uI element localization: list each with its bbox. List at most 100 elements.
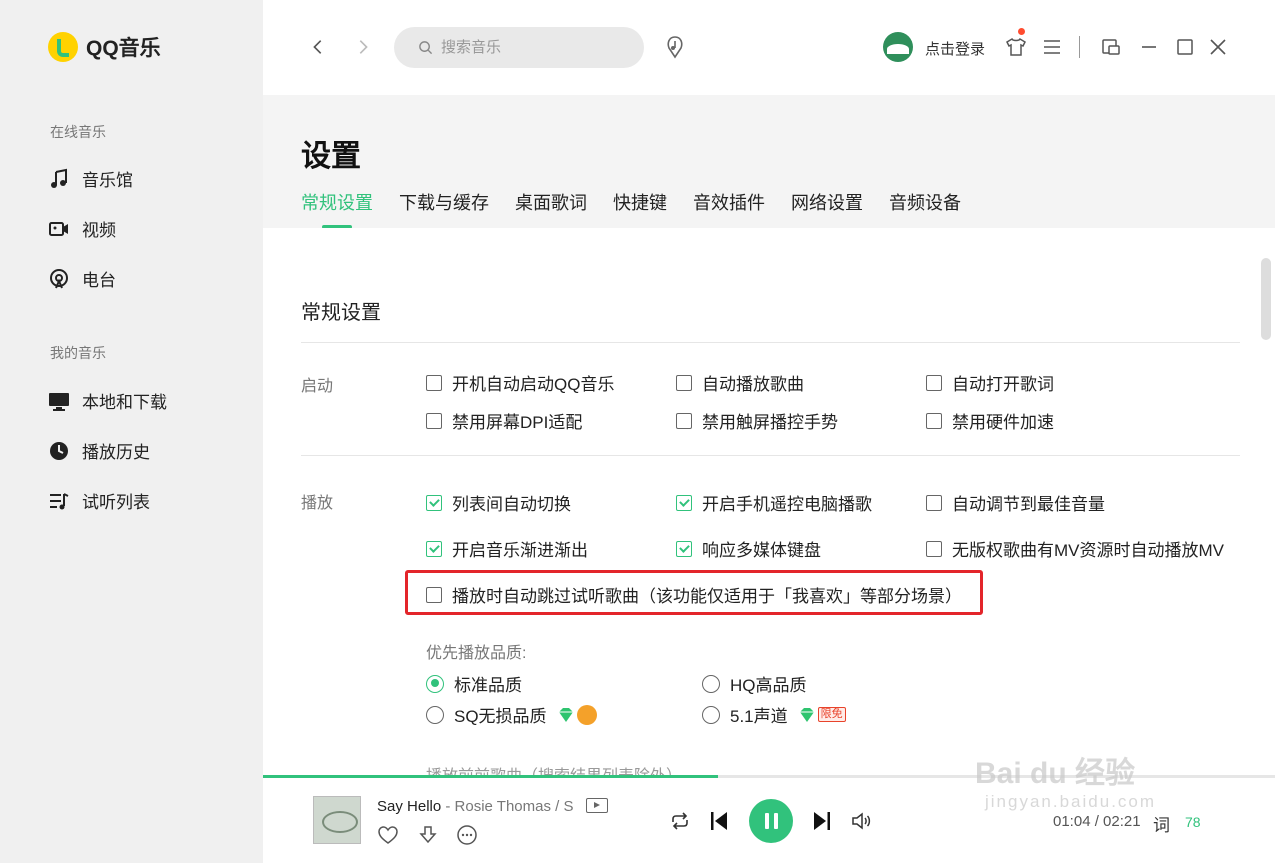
skin-button[interactable] — [1002, 33, 1030, 61]
mini-mode-button[interactable] — [1097, 33, 1125, 61]
radio-label: HQ高品质 — [730, 676, 807, 695]
checkbox-phone-remote[interactable]: 开启手机遥控电脑播歌 — [676, 490, 872, 515]
login-link[interactable]: 点击登录 — [925, 38, 985, 59]
lyrics-button[interactable]: 词 — [1153, 811, 1170, 836]
search-box[interactable] — [394, 27, 644, 68]
tab-network[interactable]: 网络设置 — [791, 189, 863, 227]
monitor-icon — [48, 390, 70, 412]
cut-off-setting-text: 播放前前歌曲（搜索结果列表除外） — [426, 762, 682, 775]
page-title: 设置 — [301, 140, 361, 173]
checkbox-skip-trial-songs[interactable]: 播放时自动跳过试听歌曲（该功能仅适用于「我喜欢」等部分场景） — [426, 582, 962, 607]
app-logo[interactable]: QQ音乐 — [48, 32, 161, 62]
checkbox-disable-dpi[interactable]: 禁用屏幕DPI适配 — [426, 408, 582, 433]
next-button[interactable] — [809, 808, 835, 834]
radio-circle[interactable] — [702, 705, 720, 724]
checkbox-fade-in-out[interactable]: 开启音乐渐进渐出 — [426, 536, 588, 561]
minimize-button[interactable] — [1135, 33, 1163, 61]
checkbox-autostart[interactable]: 开机自动启动QQ音乐 — [426, 370, 614, 395]
checkbox-box[interactable] — [676, 412, 692, 429]
notification-dot — [1018, 28, 1025, 35]
radio-label: SQ无损品质 — [454, 707, 547, 726]
close-button[interactable] — [1204, 33, 1232, 61]
checkbox-disable-hw-accel[interactable]: 禁用硬件加速 — [926, 408, 1054, 433]
main-menu-button[interactable] — [1038, 33, 1066, 61]
volume-button[interactable] — [848, 808, 874, 834]
checkbox-disable-touch-gesture[interactable]: 禁用触屏播控手势 — [676, 408, 838, 433]
radio-circle[interactable] — [426, 674, 444, 693]
sidebar-item-radio[interactable]: 电台 — [48, 266, 116, 291]
tab-audio-device[interactable]: 音频设备 — [889, 189, 961, 227]
settings-tabs: 常规设置 下载与缓存 桌面歌词 快捷键 音效插件 网络设置 音频设备 — [301, 189, 961, 229]
sidebar-item-history[interactable]: 播放历史 — [48, 438, 150, 463]
radio-5-1-channel[interactable]: 5.1声道 限免 — [702, 702, 846, 727]
checkbox-box[interactable] — [676, 374, 692, 391]
checkbox-box[interactable] — [676, 494, 692, 511]
limited-free-badge: 限免 — [817, 707, 846, 722]
checkbox-box[interactable] — [426, 586, 442, 603]
checkbox-auto-volume[interactable]: 自动调节到最佳音量 — [926, 490, 1105, 515]
sidebar-item-label: 本地和下载 — [82, 393, 167, 412]
checkbox-label: 列表间自动切换 — [452, 495, 571, 514]
sidebar-item-music-hall[interactable]: 音乐馆 — [48, 166, 133, 191]
maximize-icon — [1177, 39, 1193, 55]
my-music-section-label: 我的音乐 — [50, 345, 106, 361]
sidebar-item-video[interactable]: 视频 — [48, 216, 116, 241]
minimize-icon — [1142, 46, 1156, 48]
settings-header: 设置 常规设置 下载与缓存 桌面歌词 快捷键 音效插件 网络设置 音频设备 — [263, 95, 1275, 229]
checkbox-box[interactable] — [926, 374, 942, 391]
checkbox-auto-switch-list[interactable]: 列表间自动切换 — [426, 490, 571, 515]
radio-hq-quality[interactable]: HQ高品质 — [702, 671, 807, 696]
checkbox-box[interactable] — [926, 540, 942, 557]
checkbox-autoplay[interactable]: 自动播放歌曲 — [676, 370, 804, 395]
tab-shortcuts[interactable]: 快捷键 — [613, 189, 667, 227]
back-button[interactable] — [305, 34, 331, 60]
checkbox-auto-open-lyrics[interactable]: 自动打开歌词 — [926, 370, 1054, 395]
checkbox-box[interactable] — [426, 412, 442, 429]
toolbar-divider — [1079, 36, 1080, 58]
checkbox-auto-play-mv[interactable]: 无版权歌曲有MV资源时自动播放MV — [926, 536, 1224, 561]
music-note-icon — [48, 168, 70, 190]
tab-desktop-lyrics[interactable]: 桌面歌词 — [515, 189, 587, 227]
scrollbar-thumb[interactable] — [1261, 258, 1271, 340]
radio-circle[interactable] — [702, 674, 720, 693]
checkbox-box[interactable] — [676, 540, 692, 557]
checkbox-label: 响应多媒体键盘 — [702, 541, 821, 560]
listen-identify-icon[interactable] — [663, 35, 687, 59]
vip-diamond-icon — [799, 707, 814, 722]
previous-button[interactable] — [706, 808, 732, 834]
sidebar-item-trial-list[interactable]: 试听列表 — [48, 488, 150, 513]
tab-sound-plugins[interactable]: 音效插件 — [693, 189, 765, 227]
search-input[interactable] — [441, 39, 631, 56]
now-playing[interactable]: Say Hello - Rosie Thomas / S — [377, 798, 573, 815]
repeat-mode-button[interactable] — [667, 808, 693, 834]
mv-icon[interactable] — [586, 798, 608, 813]
checkbox-box[interactable] — [426, 374, 442, 391]
maximize-button[interactable] — [1171, 33, 1199, 61]
like-button[interactable] — [375, 822, 401, 848]
radio-sq-quality[interactable]: SQ无损品质 — [426, 702, 597, 727]
forward-button[interactable] — [350, 34, 376, 60]
playlist-icon — [48, 490, 70, 512]
playlist-count[interactable]: 78 — [1185, 814, 1201, 830]
radio-label: 标准品质 — [454, 676, 522, 695]
pause-button[interactable] — [749, 799, 793, 843]
checkbox-box[interactable] — [926, 494, 942, 511]
radio-standard-quality[interactable]: 标准品质 — [426, 671, 522, 696]
checkbox-label: 禁用硬件加速 — [952, 413, 1054, 432]
sidebar-item-local-download[interactable]: 本地和下载 — [48, 388, 167, 413]
song-artist: - Rosie Thomas / S — [445, 798, 574, 815]
album-cover[interactable] — [313, 796, 361, 844]
checkbox-box[interactable] — [426, 540, 442, 557]
download-button[interactable] — [415, 822, 441, 848]
tab-general[interactable]: 常规设置 — [301, 189, 373, 229]
more-button[interactable] — [454, 822, 480, 848]
radio-circle[interactable] — [426, 705, 444, 724]
radio-icon — [48, 268, 70, 290]
checkbox-media-keys[interactable]: 响应多媒体键盘 — [676, 536, 821, 561]
checkbox-box[interactable] — [926, 412, 942, 429]
checkbox-box[interactable] — [426, 494, 442, 511]
user-avatar[interactable] — [883, 32, 913, 62]
settings-content: 常规设置 启动 开机自动启动QQ音乐 自动播放歌曲 自动打开歌词 禁用屏幕DPI… — [263, 228, 1275, 775]
checkbox-label: 自动调节到最佳音量 — [952, 495, 1105, 514]
tab-download-cache[interactable]: 下载与缓存 — [399, 189, 489, 227]
